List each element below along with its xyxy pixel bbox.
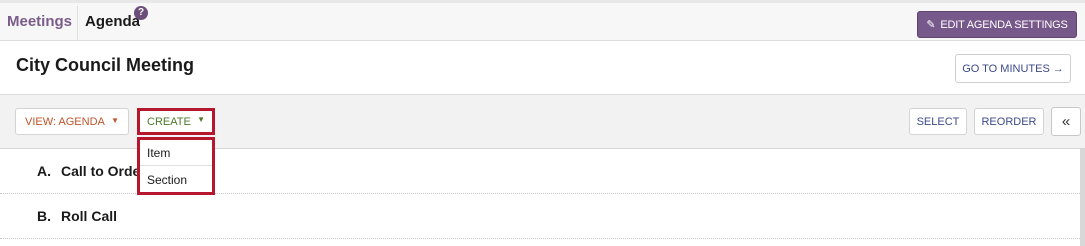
pencil-icon: ✎: [926, 19, 936, 31]
section-letter: B.: [37, 208, 51, 224]
section-letter: A.: [37, 163, 51, 179]
nav-meetings-link[interactable]: Meetings: [7, 13, 72, 30]
agenda-section-row[interactable]: B. Roll Call: [0, 194, 1080, 239]
help-icon[interactable]: ?: [134, 6, 148, 20]
caret-down-icon: ▼: [197, 115, 205, 124]
create-label: CREATE: [147, 115, 191, 128]
edit-agenda-settings-button[interactable]: ✎ EDIT AGENDA SETTINGS: [917, 11, 1077, 38]
nav-agenda-tab[interactable]: Agenda: [85, 13, 140, 30]
create-menu-item-section[interactable]: Section: [140, 167, 212, 193]
top-nav: Meetings Agenda ? ✎ EDIT AGENDA SETTINGS: [0, 0, 1085, 43]
create-menu-item-item[interactable]: Item: [140, 140, 212, 166]
view-agenda-label: VIEW: AGENDA: [25, 115, 105, 128]
arrow-right-icon: →: [1052, 62, 1064, 75]
edit-agenda-settings-label: EDIT AGENDA SETTINGS: [940, 18, 1068, 31]
create-dropdown-menu: Item Section: [137, 137, 215, 195]
title-row: City Council Meeting GO TO MINUTES →: [0, 41, 1085, 95]
select-button[interactable]: SELECT: [909, 108, 967, 135]
nav-divider: [77, 6, 78, 43]
vertical-scrollbar[interactable]: [1080, 149, 1085, 246]
reorder-button[interactable]: REORDER: [974, 108, 1044, 135]
caret-down-icon: ▼: [111, 116, 119, 125]
go-to-minutes-label: GO TO MINUTES: [962, 62, 1050, 75]
create-dropdown-button[interactable]: CREATE ▼: [140, 111, 212, 132]
view-agenda-dropdown[interactable]: VIEW: AGENDA ▼: [15, 108, 129, 135]
section-title: Roll Call: [61, 208, 118, 224]
section-title: Call to Order: [61, 163, 146, 179]
go-to-minutes-button[interactable]: GO TO MINUTES →: [955, 54, 1071, 83]
page-title: City Council Meeting: [16, 55, 195, 75]
collapse-panel-button[interactable]: «: [1051, 107, 1081, 136]
